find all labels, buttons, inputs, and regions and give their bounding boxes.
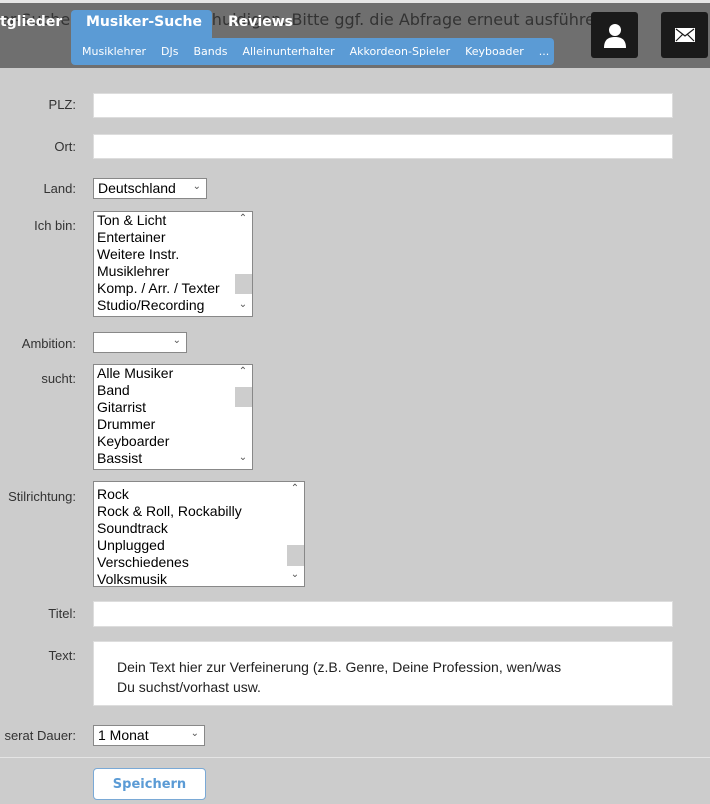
- chevron-down-icon[interactable]: ⌄: [286, 569, 304, 585]
- ichbin-label: Ich bin:: [34, 218, 76, 233]
- scrollbar[interactable]: ⌃ ⌄: [234, 365, 252, 469]
- scroll-thumb[interactable]: [235, 387, 252, 407]
- scrollbar[interactable]: ⌃ ⌄: [286, 482, 304, 586]
- dauer-label: serat Dauer:: [4, 728, 76, 743]
- user-icon: [603, 24, 626, 48]
- dauer-select[interactable]: 1 Monat ⌄: [93, 725, 205, 746]
- ichbin-listbox[interactable]: Ton & Licht Entertainer Weitere Instr. M…: [93, 211, 253, 317]
- list-option[interactable]: Bassist: [94, 450, 252, 467]
- plz-input[interactable]: [93, 93, 673, 118]
- subnav-more[interactable]: ...: [539, 45, 550, 58]
- nav-mitglieder[interactable]: tglieder: [0, 14, 62, 30]
- sucht-label: sucht:: [41, 371, 76, 386]
- titel-input[interactable]: [93, 601, 673, 627]
- scroll-thumb[interactable]: [235, 274, 252, 294]
- ort-input[interactable]: [93, 134, 673, 159]
- subnav-alleinunterhalter[interactable]: Alleinunterhalter: [242, 45, 334, 58]
- header-bar: er-Suche chuldigen. Bitte ggf. die Abfra…: [0, 0, 710, 68]
- save-button[interactable]: Speichern: [93, 768, 206, 800]
- list-option[interactable]: Band: [94, 382, 252, 399]
- profile-button[interactable]: [591, 12, 638, 58]
- stilrichtung-label: Stilrichtung:: [8, 489, 76, 504]
- list-option[interactable]: Alle Musiker: [94, 365, 252, 382]
- titel-label: Titel:: [48, 606, 76, 621]
- subnav-bands[interactable]: Bands: [193, 45, 227, 58]
- mail-icon: [674, 28, 695, 42]
- ambition-select[interactable]: ⌄: [93, 332, 187, 353]
- text-placeholder: Dein Text hier zur Verfeinerung (z.B. Ge…: [117, 659, 562, 695]
- list-option[interactable]: Soundtrack: [94, 520, 304, 537]
- list-option[interactable]: Komp. / Arr. / Texter: [94, 280, 252, 297]
- list-option[interactable]: Keyboarder: [94, 433, 252, 450]
- list-option[interactable]: Verschiedenes: [94, 554, 304, 571]
- nav-musiker-suche[interactable]: Musiker-Suche: [71, 10, 212, 40]
- ort-label: Ort:: [54, 139, 76, 154]
- land-select[interactable]: Deutschland ⌄: [93, 178, 207, 199]
- list-option[interactable]: Entertainer: [94, 229, 252, 246]
- nav-reviews[interactable]: Reviews: [228, 14, 293, 30]
- sub-navigation: Musiklehrer DJs Bands Alleinunterhalter …: [71, 38, 554, 65]
- list-option[interactable]: Rock & Roll, Rockabilly: [94, 503, 304, 520]
- land-label: Land:: [43, 181, 76, 196]
- dauer-value: 1 Monat: [98, 727, 149, 743]
- chevron-up-icon[interactable]: ⌃: [234, 213, 252, 229]
- plz-label: PLZ:: [48, 97, 76, 112]
- list-option[interactable]: Rock: [94, 486, 304, 503]
- chevron-down-icon[interactable]: ⌄: [234, 452, 252, 468]
- subnav-musiklehrer[interactable]: Musiklehrer: [82, 45, 146, 58]
- chevron-up-icon[interactable]: ⌃: [286, 483, 304, 499]
- divider: [0, 757, 710, 758]
- chevron-down-icon[interactable]: ⌄: [234, 299, 252, 315]
- list-option[interactable]: Gitarrist: [94, 399, 252, 416]
- list-option[interactable]: Studio/Recording: [94, 297, 252, 314]
- list-option[interactable]: Musiklehrer: [94, 263, 252, 280]
- text-textarea[interactable]: Dein Text hier zur Verfeinerung (z.B. Ge…: [93, 641, 673, 706]
- list-option[interactable]: Drummer: [94, 416, 252, 433]
- subnav-akkordeon[interactable]: Akkordeon-Spieler: [350, 45, 451, 58]
- chevron-down-icon: ⌄: [190, 728, 199, 739]
- subnav-djs[interactable]: DJs: [161, 45, 178, 58]
- list-option[interactable]: Weitere Instr.: [94, 246, 252, 263]
- text-label: Text:: [48, 648, 76, 663]
- messages-button[interactable]: [661, 12, 708, 58]
- sucht-listbox[interactable]: Alle Musiker Band Gitarrist Drummer Keyb…: [93, 364, 253, 470]
- land-value: Deutschland: [98, 180, 176, 196]
- list-option[interactable]: Unplugged: [94, 537, 304, 554]
- list-option[interactable]: Volksmusik: [94, 571, 304, 586]
- stilrichtung-listbox[interactable]: Rock Rock & Roll, Rockabilly Soundtrack …: [93, 481, 305, 587]
- chevron-down-icon: ⌄: [172, 335, 181, 346]
- ambition-label: Ambition:: [21, 336, 76, 351]
- scrollbar[interactable]: ⌃ ⌄: [234, 212, 252, 316]
- subnav-keyboader[interactable]: Keyboader: [465, 45, 524, 58]
- list-option[interactable]: Ton & Licht: [94, 212, 252, 229]
- scroll-thumb[interactable]: [287, 545, 304, 566]
- chevron-down-icon: ⌄: [192, 181, 201, 192]
- chevron-up-icon[interactable]: ⌃: [234, 366, 252, 382]
